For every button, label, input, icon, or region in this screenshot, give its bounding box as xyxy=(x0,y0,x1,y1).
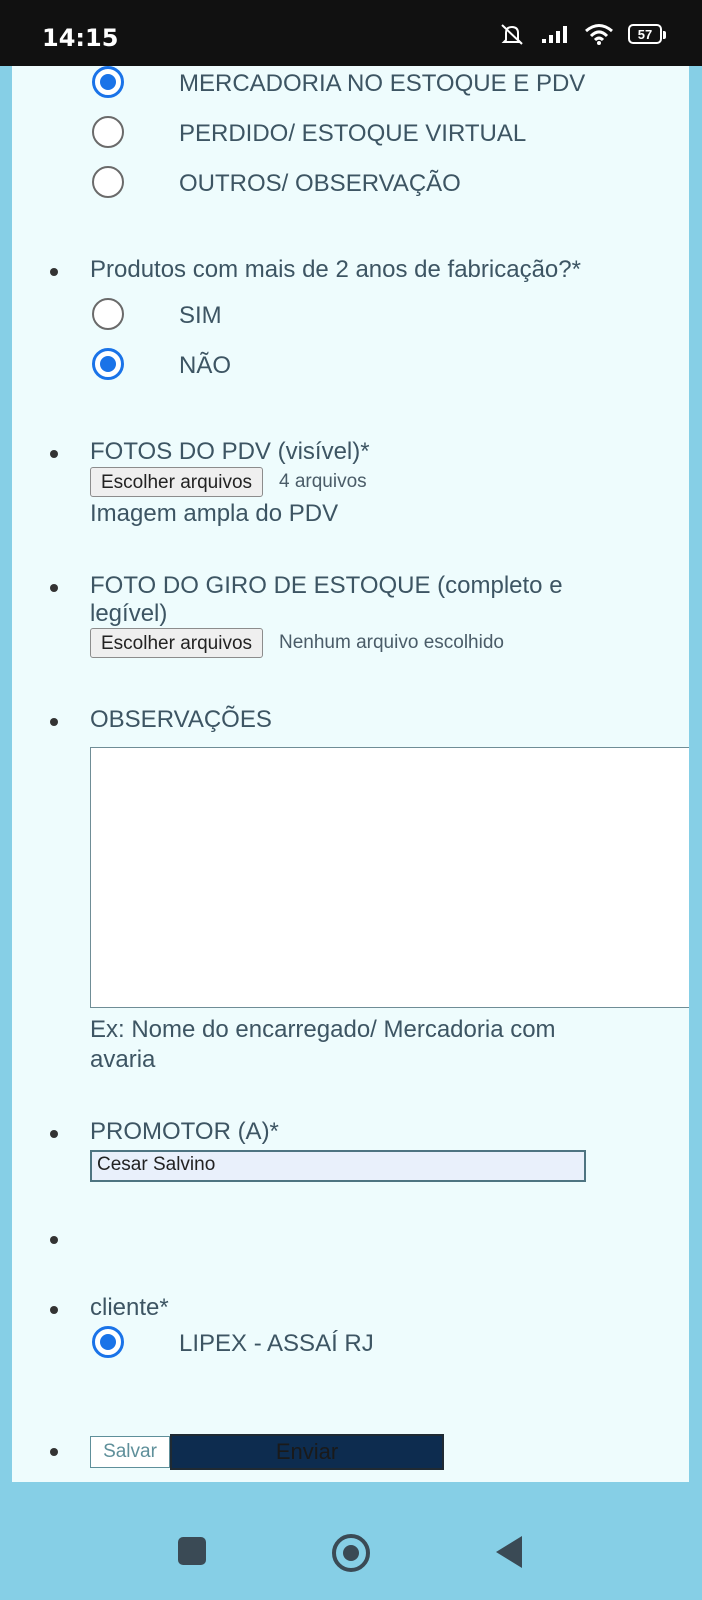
foto-giro-file-status: Nenhum arquivo escolhido xyxy=(279,632,504,653)
bullet xyxy=(50,1130,58,1138)
fotos-pdv-hint: Imagem ampla do PDV xyxy=(90,500,339,527)
foto-giro-file-button[interactable]: Escolher arquivos xyxy=(90,628,264,658)
promotor-input[interactable]: Cesar Salvino xyxy=(90,1150,586,1182)
bullet xyxy=(50,1448,58,1456)
observacoes-hint: Ex: Nome do encarregado/ Mercadoria com xyxy=(90,1016,556,1043)
observacoes-textarea[interactable] xyxy=(90,747,689,1008)
radio-lipex-assai-rj[interactable] xyxy=(92,1326,124,1358)
radio-sim[interactable] xyxy=(92,298,124,330)
clock: 14:15 xyxy=(42,24,119,52)
radio-label: MERCADORIA NO ESTOQUE E PDV xyxy=(179,70,586,97)
promotor-label: PROMOTOR (A)* xyxy=(90,1118,279,1145)
bullet-empty xyxy=(50,1236,58,1244)
recent-apps-icon[interactable] xyxy=(178,1537,206,1565)
radio-label: LIPEX - ASSAÍ RJ xyxy=(179,1330,374,1357)
cliente-label: cliente* xyxy=(90,1294,169,1321)
status-bar: 14:15 57 xyxy=(0,0,702,66)
submit-button[interactable]: Enviar xyxy=(170,1434,444,1470)
save-button[interactable]: Salvar xyxy=(90,1436,170,1468)
navigation-bar xyxy=(0,1482,702,1600)
signal-icon xyxy=(542,26,567,43)
foto-giro-label-cont: legível) xyxy=(90,600,168,627)
bullet xyxy=(50,268,58,276)
question-fabricacao: Produtos com mais de 2 anos de fabricaçã… xyxy=(90,256,581,283)
radio-label: OUTROS/ OBSERVAÇÃO xyxy=(179,170,461,197)
bullet xyxy=(50,584,58,592)
observacoes-label: OBSERVAÇÕES xyxy=(90,706,272,733)
bullet xyxy=(50,450,58,458)
mute-icon xyxy=(501,24,523,45)
bullet xyxy=(50,1306,58,1314)
fotos-pdv-label: FOTOS DO PDV (visível)* xyxy=(90,438,370,465)
fotos-pdv-file-status: 4 arquivos xyxy=(279,471,367,492)
bullet xyxy=(50,718,58,726)
fotos-pdv-file-button[interactable]: Escolher arquivos xyxy=(90,467,264,497)
foto-giro-label: FOTO DO GIRO DE ESTOQUE (completo e xyxy=(90,572,563,599)
back-icon[interactable] xyxy=(496,1536,522,1568)
radio-perdido-estoque-virtual[interactable] xyxy=(92,116,124,148)
radio-mercadoria-estoque[interactable] xyxy=(92,66,124,98)
wifi-icon xyxy=(585,24,613,45)
observacoes-hint-cont: avaria xyxy=(90,1046,156,1073)
radio-label: NÃO xyxy=(179,352,232,379)
radio-label: SIM xyxy=(179,302,222,329)
battery-level: 57 xyxy=(637,26,653,42)
battery-icon: 57 xyxy=(628,24,666,44)
radio-nao[interactable] xyxy=(92,348,124,380)
radio-outros-observacao[interactable] xyxy=(92,166,124,198)
status-icons: 57 xyxy=(498,22,666,46)
radio-label: PERDIDO/ ESTOQUE VIRTUAL xyxy=(179,120,527,147)
form-card: MERCADORIA NO ESTOQUE E PDV PERDIDO/ EST… xyxy=(12,66,689,1482)
home-icon[interactable] xyxy=(332,1534,370,1572)
